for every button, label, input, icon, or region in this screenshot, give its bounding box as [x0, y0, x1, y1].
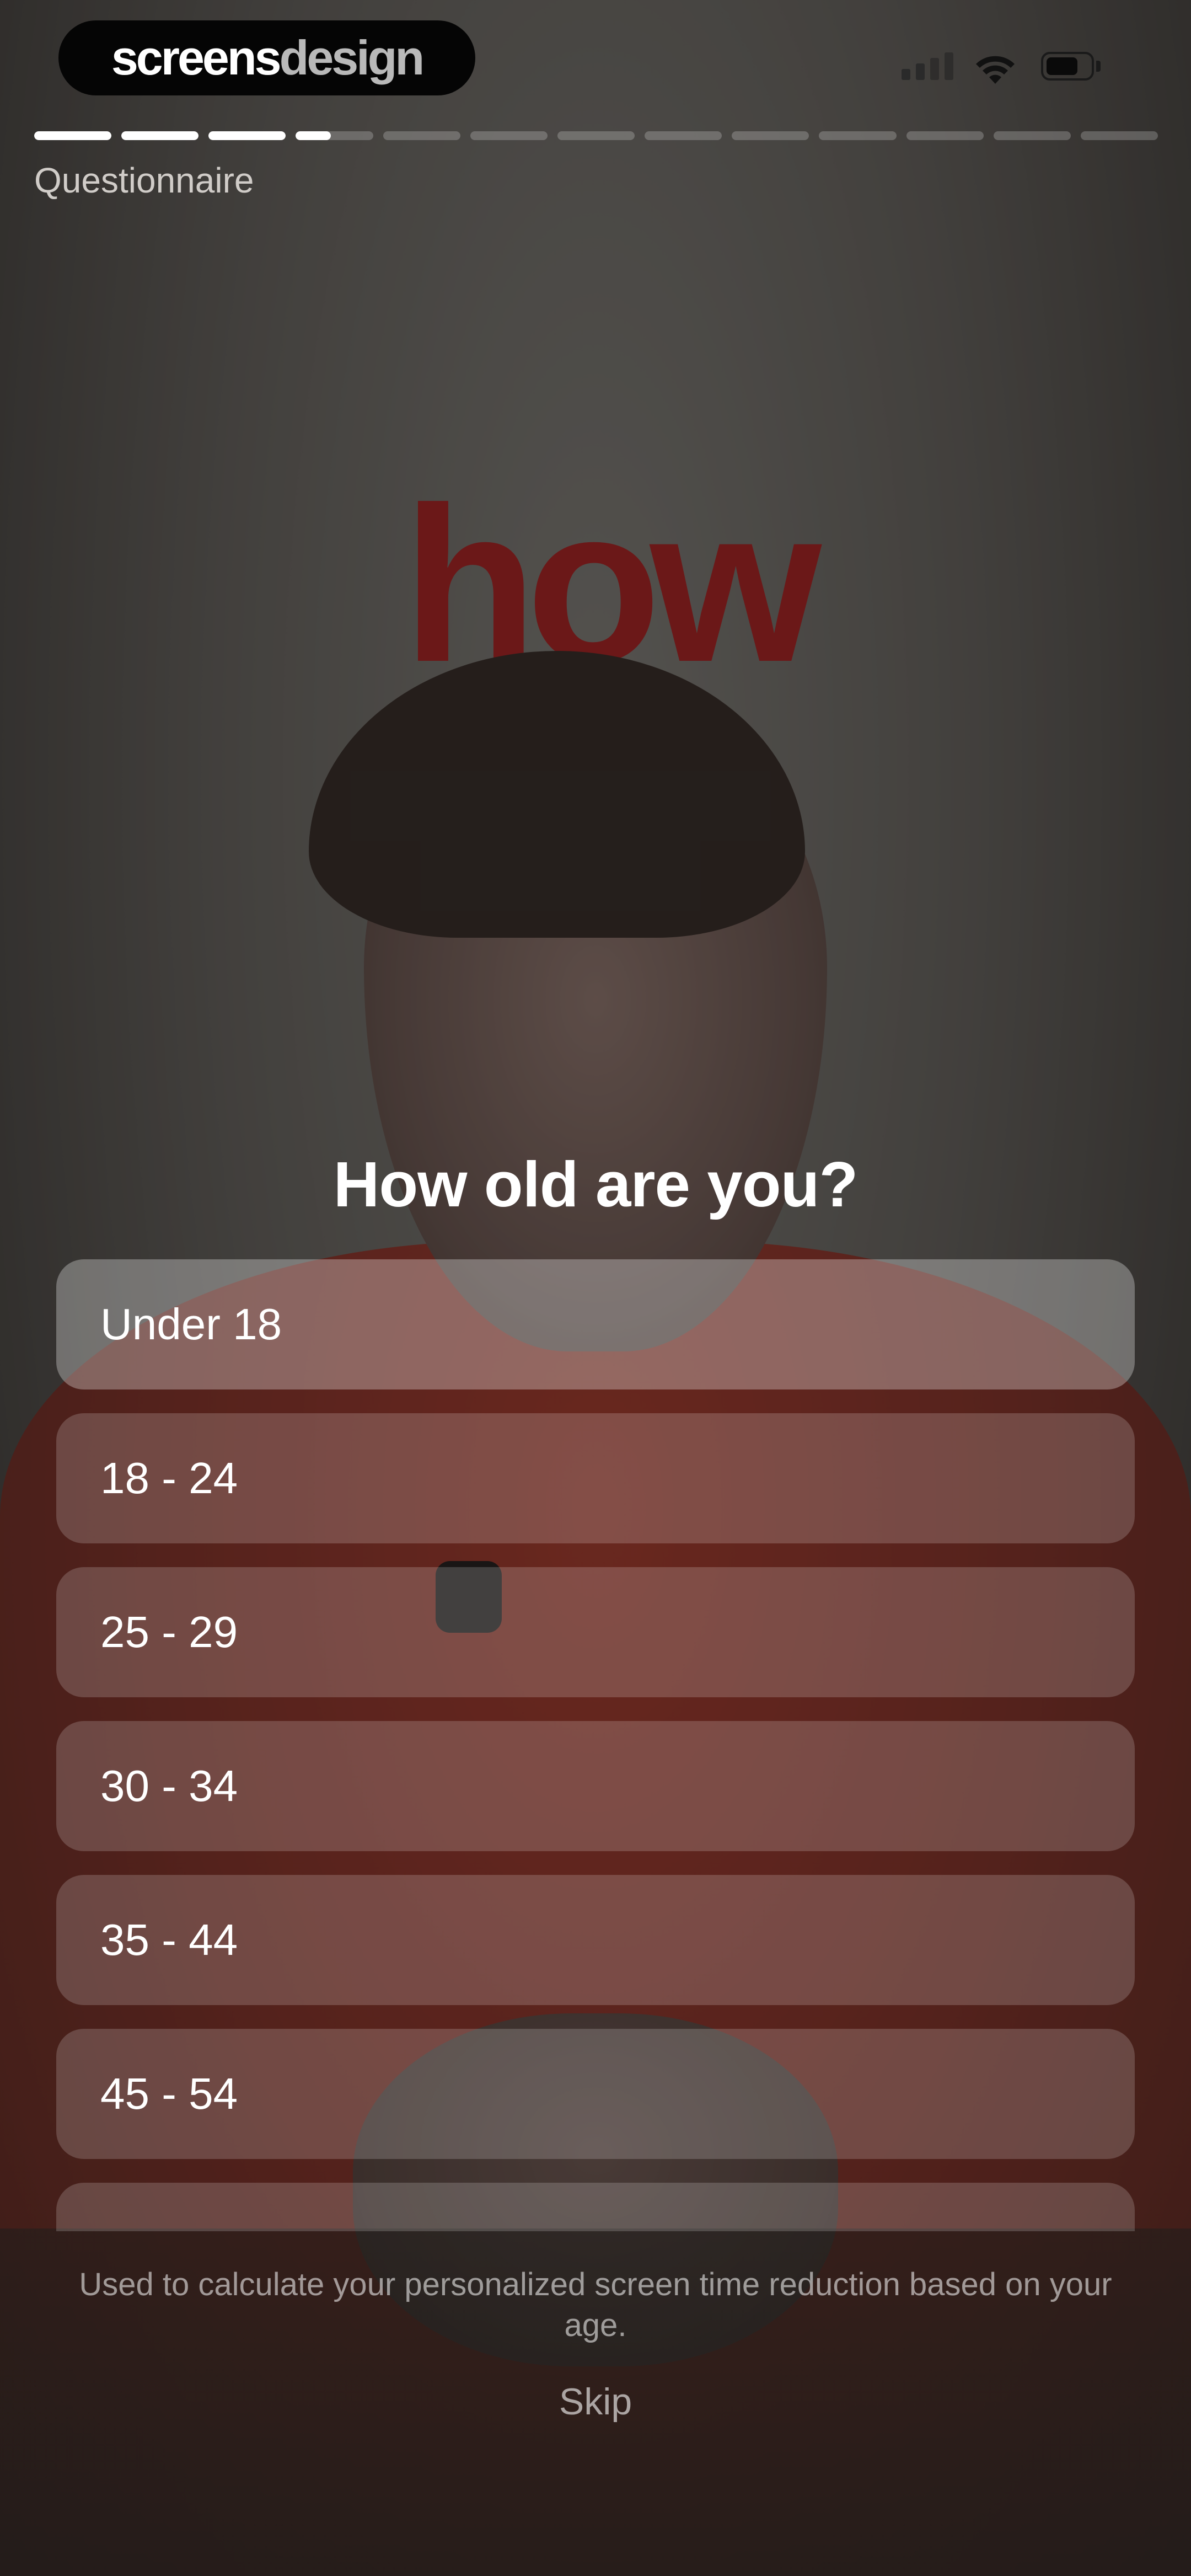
option-30-34[interactable]: 30 - 34: [56, 1721, 1135, 1851]
battery-tip: [1096, 61, 1101, 72]
progress-segment: [819, 131, 897, 140]
option-45-54[interactable]: 45 - 54: [56, 2029, 1135, 2159]
question-title: How old are you?: [333, 1148, 859, 1220]
battery-icon: [1041, 52, 1094, 81]
progress-segment: [645, 131, 722, 140]
progress-segment: [121, 131, 199, 140]
progress-segment: [34, 131, 112, 140]
brand-word-design: design: [279, 30, 425, 85]
option-under-18[interactable]: Under 18: [56, 1259, 1135, 1389]
helper-text: Used to calculate your personalized scre…: [79, 2267, 1112, 2343]
progress-segment: [208, 131, 286, 140]
progress-segment: [296, 131, 373, 140]
progress-segment: [557, 131, 635, 140]
age-options-list[interactable]: Under 18 18 - 24 25 - 29 30 - 34 35 - 44…: [56, 1259, 1135, 2231]
progress-segment: [993, 131, 1071, 140]
option-35-44[interactable]: 35 - 44: [56, 1875, 1135, 2005]
option-25-29[interactable]: 25 - 29: [56, 1567, 1135, 1697]
progress-segment: [906, 131, 984, 140]
brand-logo: screens design: [58, 20, 475, 95]
brand-word-screens: screens: [111, 30, 282, 85]
progress-segment: [1080, 131, 1158, 140]
option-18-24[interactable]: 18 - 24: [56, 1413, 1135, 1543]
progress-segment: [383, 131, 460, 140]
cellular-signal-icon: [902, 52, 953, 80]
wifi-icon: [976, 56, 1015, 84]
status-bar: screens design: [0, 0, 1191, 121]
progress-segment: [732, 131, 809, 140]
section-label: Questionnaire: [34, 161, 254, 200]
questionnaire-progress: [34, 131, 1158, 140]
progress-segment: [470, 131, 548, 140]
option-next-partial[interactable]: [56, 2183, 1135, 2231]
skip-button[interactable]: Skip: [513, 2380, 678, 2423]
